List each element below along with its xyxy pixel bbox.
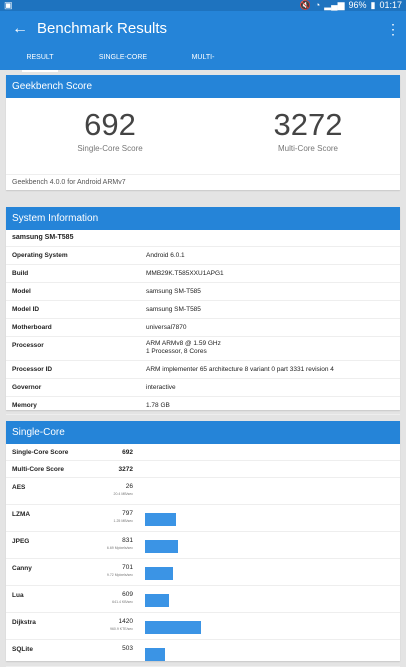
system-info-value: samsung SM-T585 [146, 288, 201, 295]
test-throughput: 9.72 Mpixels/sec [106, 573, 133, 577]
test-score-bar [145, 567, 173, 580]
system-info-key: Build [12, 270, 29, 277]
test-score: 701 [122, 564, 133, 571]
test-score: 1420 [118, 618, 133, 625]
system-info-value: Android 6.0.1 [146, 252, 185, 259]
more-options-icon[interactable]: ⋮ [386, 19, 400, 39]
summary-key: Single-Core Score [12, 449, 69, 456]
test-row: LZMA 797 1.25 MB/sec [6, 505, 400, 532]
system-info-key: Motherboard [12, 324, 52, 331]
summary-row: Multi-Core Score 3272 [6, 461, 400, 478]
wifi-icon: ◔ [314, 0, 321, 10]
test-row: AES 26 20.4 MB/sec [6, 478, 400, 505]
screenshot-icon: ▣ [4, 0, 13, 10]
test-name: JPEG [12, 538, 30, 545]
status-bar: ▣ 🔇 ◔ ▂▄▆ 96% ▮ 01:17 [0, 0, 406, 11]
battery-percent: 96% [348, 0, 367, 10]
system-info-value: interactive [146, 384, 176, 391]
test-throughput: 6.69 Mpixels/sec [106, 546, 133, 550]
system-info-key: Governor [12, 384, 42, 391]
test-score-bar [145, 540, 178, 553]
single-core-card: Single-Core Single-Core Score 692 Multi-Co… [6, 421, 400, 667]
system-info-row: Memory 1.78 GB [6, 397, 400, 415]
system-info-row: Processor ARM ARMv8 @ 1.59 GHz 1 Processor… [6, 337, 400, 361]
multi-core-score-value: 3272 [273, 107, 343, 142]
test-row: JPEG 831 6.69 Mpixels/sec [6, 532, 400, 559]
system-information-card: System Information samsung SM-T585 Opera… [6, 207, 400, 415]
test-row: Dijkstra 1420 960.9 KTE/sec [6, 613, 400, 640]
system-information-header: System Information [6, 207, 400, 230]
test-score: 26 [125, 483, 133, 490]
test-name: Lua [12, 592, 24, 599]
system-info-value: ARM implementer 65 architecture 8 varian… [146, 366, 334, 373]
status-time: 01:17 [379, 0, 402, 10]
system-info-key: Processor [12, 342, 44, 349]
test-score-bar [145, 621, 201, 634]
test-score: 831 [122, 537, 133, 544]
tab-result[interactable]: RESULT [22, 47, 58, 72]
system-info-row: Processor ID ARM implementer 65 architect… [6, 361, 400, 379]
back-arrow-icon[interactable]: ← [10, 19, 30, 39]
page-title: Benchmark Results [37, 20, 168, 37]
test-name: LZMA [12, 511, 31, 518]
multi-core-score-label: Multi-Core Score [277, 144, 338, 153]
system-info-row: Build MMB29K.T585XXU1APG1 [6, 265, 400, 283]
test-throughput: 1.25 MB/sec [113, 519, 133, 523]
test-score-bar [145, 513, 176, 526]
geekbench-version: Geekbench 4.0.0 for Android ARMv7 [6, 174, 400, 190]
test-row: Lua 609 641.4 KB/sec [6, 586, 400, 613]
system-info-value-secondary: 1 Processor, 8 Cores [146, 348, 207, 355]
test-throughput: 960.9 KTE/sec [110, 627, 133, 631]
tab-multi-core[interactable]: MULTI-CORE [182, 47, 224, 82]
test-throughput: 641.4 KB/sec [112, 600, 133, 604]
system-info-row: Governor interactive [6, 379, 400, 397]
test-score: 609 [122, 591, 133, 598]
system-info-row: Operating System Android 6.0.1 [6, 247, 400, 265]
test-throughput: 20.4 MB/sec [113, 492, 133, 496]
test-row: SQLite 503 [6, 640, 400, 667]
tab-bar: RESULT SINGLE-CORE MULTI-CORE [0, 47, 406, 82]
system-info-value: samsung SM-T585 [146, 306, 201, 313]
system-info-key: Model [12, 288, 31, 295]
system-info-key: Operating System [12, 252, 68, 259]
mute-icon: 🔇 [299, 0, 311, 10]
test-score: 797 [122, 510, 133, 517]
system-info-key: Processor ID [12, 366, 53, 373]
system-info-key: Model ID [12, 306, 40, 313]
app-bar: ← Benchmark Results ⋮ [0, 11, 406, 47]
test-score-bar [145, 594, 169, 607]
single-core-score-value: 692 [84, 107, 136, 142]
single-core-score-label: Single-Core Score [77, 144, 143, 153]
test-name: Dijkstra [12, 619, 36, 626]
geekbench-score-header: Geekbench Score [6, 75, 400, 98]
signal-icon: ▂▄▆ [324, 0, 345, 10]
system-info-value: 1.78 GB [146, 402, 170, 409]
single-core-header: Single-Core [6, 421, 400, 444]
system-info-row: Model samsung SM-T585 [6, 283, 400, 301]
system-info-key: Memory [12, 402, 37, 409]
system-info-value: MMB29K.T585XXU1APG1 [146, 270, 224, 277]
summary-value: 692 [122, 449, 133, 456]
summary-value: 3272 [118, 466, 133, 473]
test-name: AES [12, 484, 26, 491]
system-info-row: Motherboard universal7870 [6, 319, 400, 337]
summary-row: Single-Core Score 692 [6, 444, 400, 461]
system-info-row: Model ID samsung SM-T585 [6, 301, 400, 319]
system-info-value: ARM ARMv8 @ 1.59 GHz [146, 340, 221, 347]
battery-icon: ▮ [370, 0, 376, 10]
tab-single-core[interactable]: SINGLE-CORE [98, 47, 148, 70]
test-row: Canny 701 9.72 Mpixels/sec [6, 559, 400, 586]
system-info-value: universal7870 [146, 324, 187, 331]
test-name: Canny [12, 565, 32, 572]
test-score: 503 [122, 645, 133, 652]
device-name: samsung SM-T585 [6, 230, 400, 247]
geekbench-score-card: Geekbench Score 692 Single-Core Score 32… [6, 75, 400, 190]
summary-key: Multi-Core Score [12, 466, 65, 473]
